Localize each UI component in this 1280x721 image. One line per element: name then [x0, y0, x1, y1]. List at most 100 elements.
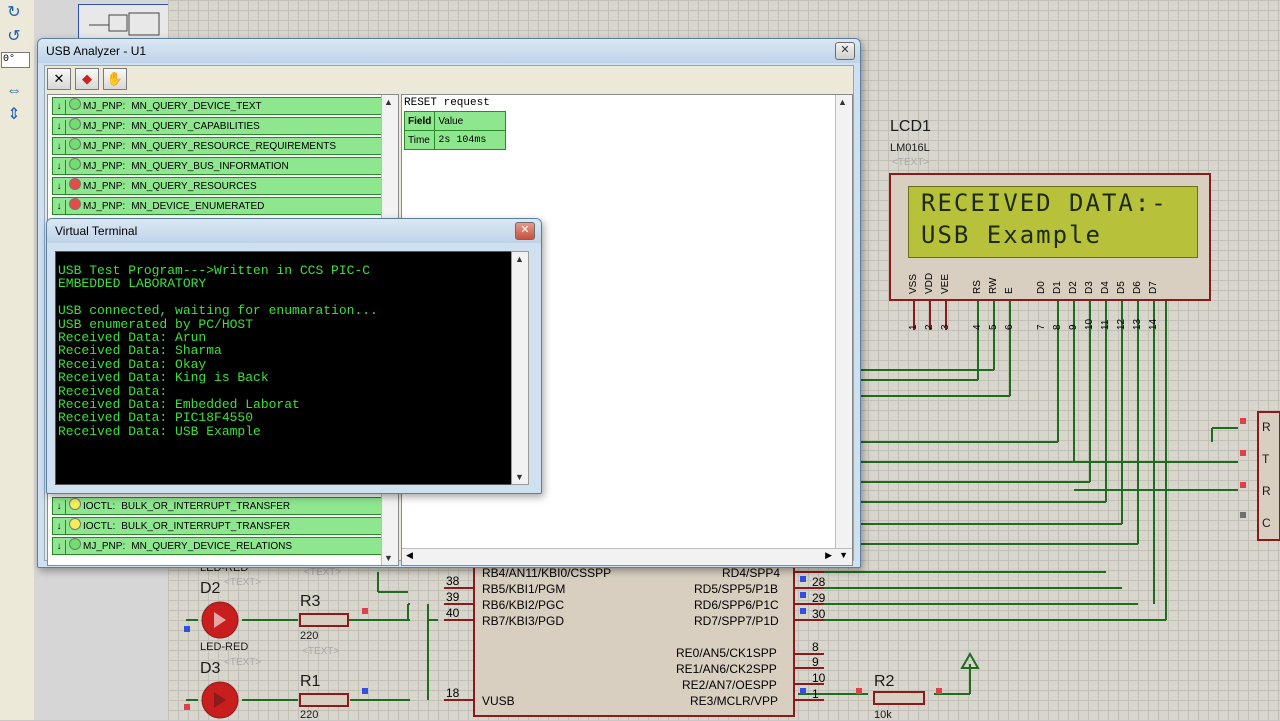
clear-icon[interactable]: ✕: [47, 68, 71, 90]
field-table-header: Value: [434, 111, 507, 131]
lcd-pin-number: 7: [1036, 324, 1047, 330]
hand-icon[interactable]: ✋: [103, 68, 127, 90]
lcd-pin-number: 9: [1068, 324, 1079, 330]
transaction-name: BULK_OR_INTERRUPT_TRANSFER: [121, 521, 291, 532]
transaction-row[interactable]: ↓ MJ_PNP: MN_QUERY_RESOURCES: [52, 177, 384, 195]
status-dot-icon: [69, 538, 81, 550]
terminal-line: Received Data: Embedded Laborat: [58, 396, 300, 412]
arrow-down-icon: ↓: [53, 120, 66, 134]
scroll-down-icon[interactable]: ▼: [839, 550, 848, 560]
transaction-row[interactable]: ↓ MJ_PNP: MN_QUERY_CAPABILITIES: [52, 117, 384, 135]
virtual-terminal-close-button[interactable]: ✕: [515, 222, 535, 240]
r1-ref: R1: [300, 673, 321, 690]
mcu-pin-label: RE0/AN5/CK1SPP: [676, 646, 777, 660]
transaction-row[interactable]: ↓ MJ_PNP: MN_QUERY_BUS_INFORMATION: [52, 157, 384, 175]
transaction-name: MN_QUERY_DEVICE_RELATIONS: [131, 541, 293, 552]
transaction-row[interactable]: ↓ IOCTL: BULK_OR_INTERRUPT_TRANSFER: [52, 517, 384, 535]
transaction-type: IOCTL:: [83, 521, 116, 532]
stop-icon[interactable]: ◆: [75, 68, 99, 90]
lcd-pin-number: 8: [1052, 324, 1063, 330]
lcd-pin-number: 11: [1100, 319, 1111, 330]
d3-ref: D3: [200, 660, 221, 677]
rotate-ccw-icon[interactable]: ↺: [4, 28, 24, 46]
status-dot-icon: [69, 138, 81, 150]
arrow-down-icon: ↓: [53, 200, 66, 214]
scroll-up-icon[interactable]: ▲: [515, 254, 524, 264]
lcd-pin-label: D6: [1132, 281, 1143, 294]
terminal-line: USB connected, waiting for enumaration..…: [58, 303, 378, 319]
lcd-pin-label: RW: [988, 277, 999, 294]
scroll-down-icon[interactable]: ▼: [515, 472, 524, 482]
connector-pin-label: C: [1262, 516, 1271, 530]
transaction-row[interactable]: ↓ MJ_PNP: MN_QUERY_DEVICE_RELATIONS: [52, 537, 384, 555]
terminal-line: Received Data: USB Example: [58, 423, 261, 439]
lcd-pin-label: D2: [1068, 281, 1079, 294]
transaction-row[interactable]: ↓ MJ_PNP: MN_DEVICE_ENUMERATED: [52, 197, 384, 215]
r2-ref: R2: [874, 673, 895, 690]
angle-field[interactable]: 0°: [1, 52, 30, 68]
mirror-v-icon[interactable]: ⇕: [4, 106, 24, 124]
r3-shape: [299, 613, 349, 627]
transaction-name: BULK_OR_INTERRUPT_TRANSFER: [121, 501, 291, 512]
mcu-pin-num: 18: [446, 686, 460, 700]
rotate-cw-icon[interactable]: ↻: [4, 4, 24, 22]
r3-ref: R3: [300, 593, 321, 610]
scroll-left-icon[interactable]: ◀: [406, 550, 413, 561]
transaction-type: MJ_PNP:: [83, 121, 126, 132]
terminal-line: USB Test Program--->Written in CCS PIC-C: [58, 263, 371, 278]
arrow-down-icon: ↓: [53, 100, 66, 114]
field-table-header: Field: [403, 111, 436, 131]
lcd-pin-label: D1: [1052, 281, 1063, 294]
usb-analyzer-close-button[interactable]: ✕: [835, 42, 855, 60]
mcu-pin-num: 30: [812, 607, 826, 621]
lcd-pin-label: D5: [1116, 281, 1127, 294]
lcd-pin-number: 2: [924, 324, 935, 330]
d2-model: LED-RED: [200, 641, 249, 653]
transaction-name: MN_QUERY_CAPABILITIES: [131, 121, 260, 132]
transaction-row[interactable]: ↓ MJ_PNP: MN_QUERY_RESOURCE_REQUIREMENTS: [52, 137, 384, 155]
terminal-line: Received Data: Sharma: [58, 343, 222, 359]
r2-value: 10k: [874, 709, 892, 721]
terminal-line: Received Data: King is Back: [58, 370, 269, 386]
status-dot-icon: [69, 178, 81, 190]
terminal-line: Received Data: PIC18F4550: [58, 410, 254, 426]
lcd-pin-label: VDD: [924, 272, 935, 294]
status-dot-icon: [69, 198, 81, 210]
status-dot-icon: [69, 518, 81, 530]
mirror-h-icon[interactable]: ⇔: [4, 82, 24, 100]
lcd-pin-label: D4: [1100, 281, 1111, 294]
scroll-up-icon[interactable]: ▲: [838, 97, 847, 107]
mcu-pin-num: 39: [446, 590, 460, 604]
r2-shape: [873, 691, 925, 705]
transaction-type: MJ_PNP:: [83, 181, 126, 192]
arrow-down-icon: ↓: [53, 520, 66, 534]
status-dot-icon: [69, 98, 81, 110]
virtual-terminal-window[interactable]: Virtual Terminal ✕ USB Test Program--->W…: [46, 218, 542, 494]
detail-horizontal-scrollbar[interactable]: ◀ ▶ ▼: [402, 548, 852, 565]
mcu-pin-num: 1: [812, 687, 819, 701]
scroll-down-icon[interactable]: ▼: [384, 553, 393, 563]
status-dot-icon: [69, 158, 81, 170]
mcu-pin-num: 28: [812, 575, 826, 589]
detail-title: RESET request: [404, 97, 490, 109]
transaction-row[interactable]: ↓ MJ_PNP: MN_QUERY_DEVICE_TEXT: [52, 97, 384, 115]
terminal-screen[interactable]: USB Test Program--->Written in CCS PIC-C…: [55, 251, 513, 485]
scroll-up-icon[interactable]: ▲: [384, 97, 393, 107]
lcd-text-placeholder: <TEXT>: [892, 157, 930, 168]
mcu-pin-label: RD7/SPP7/P1D: [694, 614, 779, 628]
text-placeholder: <TEXT>: [224, 657, 262, 668]
lcd-pin-number: 4: [972, 324, 983, 330]
arrow-down-icon: ↓: [53, 540, 66, 554]
mcu-pin-label: RB7/KBI3/PGD: [482, 614, 565, 628]
text-placeholder: <TEXT>: [302, 646, 340, 657]
mcu-pin-label: RE3/MCLR/VPP: [690, 694, 779, 708]
transaction-name: MN_DEVICE_ENUMERATED: [131, 201, 265, 212]
terminal-scrollbar[interactable]: ▲ ▼: [511, 251, 529, 485]
transaction-row[interactable]: ↓ IOCTL: BULK_OR_INTERRUPT_TRANSFER: [52, 497, 384, 515]
detail-vertical-scrollbar[interactable]: ▲: [835, 95, 852, 549]
transaction-type: MJ_PNP:: [83, 141, 126, 152]
usb-analyzer-title: USB Analyzer - U1: [38, 39, 860, 63]
lcd-pin-number: 14: [1148, 318, 1159, 330]
scroll-right-icon[interactable]: ▶: [825, 550, 832, 561]
text-placeholder: <TEXT>: [224, 577, 262, 588]
